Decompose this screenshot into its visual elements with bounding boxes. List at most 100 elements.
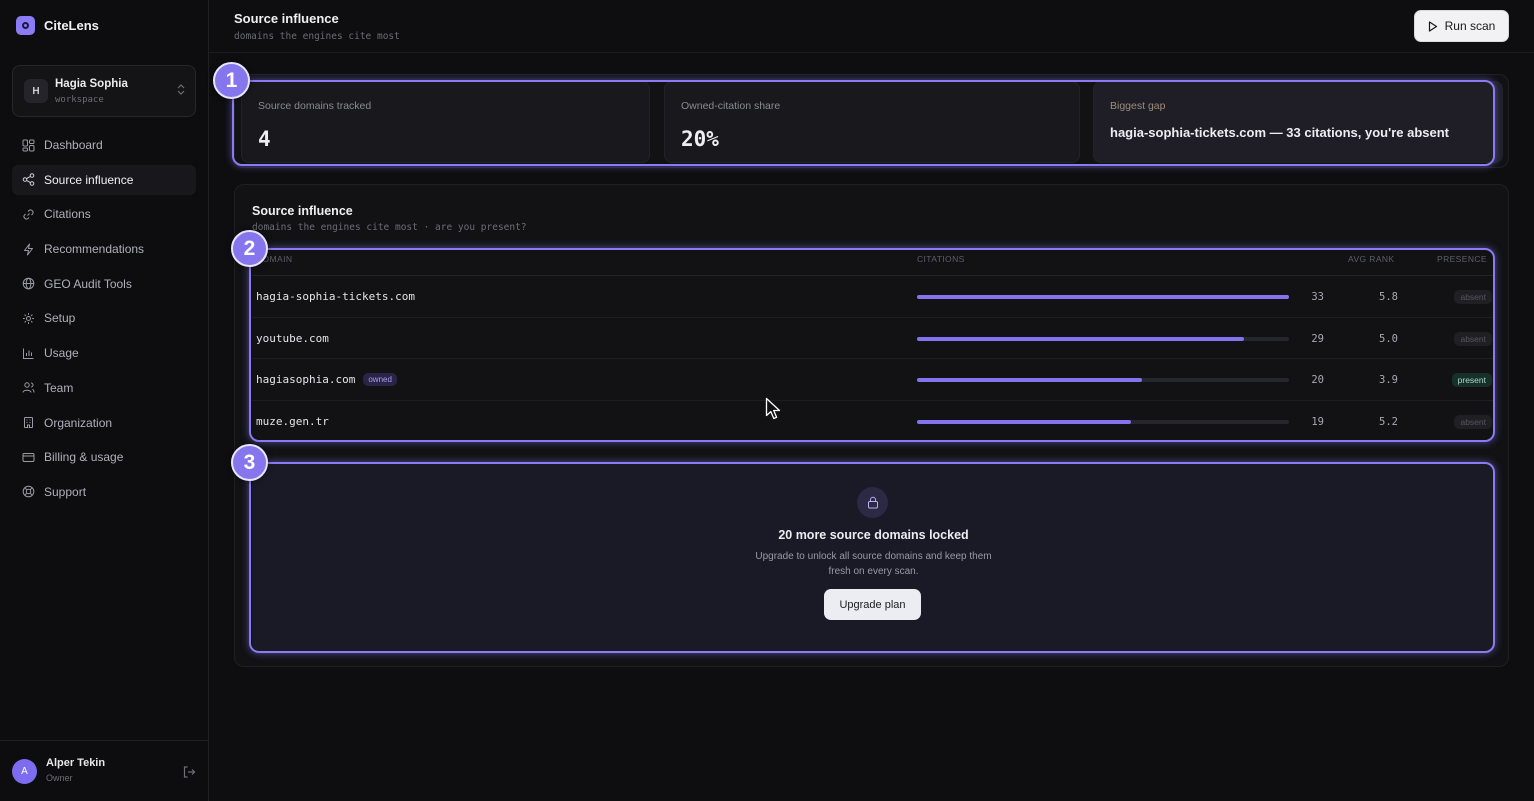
- sidebar-item-usage[interactable]: Usage: [12, 338, 196, 368]
- gear-icon: [22, 312, 35, 325]
- sidebar-item-team[interactable]: Team: [12, 373, 196, 403]
- owned-badge: owned: [363, 373, 397, 386]
- page-subtitle: domains the engines cite most: [234, 31, 400, 42]
- stat-value: hagia-sophia-tickets.com — 33 citations,…: [1110, 125, 1450, 140]
- globe-icon: [22, 277, 35, 290]
- citations-bar: [917, 419, 1289, 424]
- avg-rank: 3.9: [1379, 374, 1398, 386]
- presence-badge: present: [1451, 373, 1492, 387]
- page-header: Source influence domains the engines cit…: [209, 0, 1534, 53]
- avg-rank: 5.8: [1379, 291, 1398, 303]
- citations-count: 33: [1311, 291, 1324, 303]
- citations-bar-fill: [917, 419, 1131, 424]
- users-icon: [22, 381, 35, 394]
- upgrade-plan-button[interactable]: Upgrade plan: [824, 589, 921, 620]
- chevron-updown-icon: [177, 84, 185, 96]
- panel-title: Source influence: [252, 204, 353, 218]
- source-influence-panel: Source influence domains the engines cit…: [234, 184, 1509, 667]
- step-marker-1: 1: [213, 62, 250, 99]
- table-row[interactable]: muze.gen.tr 19 5.2 absent: [252, 401, 1495, 443]
- page-title: Source influence: [234, 11, 339, 26]
- sidebar-item-label: Team: [44, 380, 74, 395]
- panel-subtitle: domains the engines cite most · are you …: [252, 222, 527, 233]
- table-row[interactable]: hagia-sophia-tickets.com 33 5.8 absent: [252, 276, 1495, 318]
- domain-cell: hagiasophia.com owned: [256, 373, 397, 386]
- presence-badge: absent: [1454, 331, 1492, 346]
- dashboard-icon: [22, 139, 35, 152]
- sidebar-item-label: Billing & usage: [44, 450, 124, 465]
- sidebar-item-label: Organization: [44, 415, 113, 430]
- play-icon: [1428, 20, 1437, 32]
- link-icon: [22, 208, 35, 221]
- domain-cell: muze.gen.tr: [256, 415, 329, 428]
- sidebar-item-label: Recommendations: [44, 242, 145, 257]
- presence-badge: absent: [1454, 290, 1492, 304]
- avg-rank: 5.2: [1379, 415, 1398, 428]
- user-profile: A Alper Tekin Owner: [0, 740, 208, 801]
- citations-bar-fill: [917, 336, 1244, 341]
- column-header-presence[interactable]: PRESENCE: [1437, 254, 1487, 264]
- brand-name: CiteLens: [44, 18, 99, 33]
- sidebar-item-dashboard[interactable]: Dashboard: [12, 130, 196, 160]
- sidebar-item-label: Support: [44, 484, 87, 499]
- presence-badge: absent: [1454, 414, 1492, 429]
- table-row[interactable]: youtube.com 29 5.0 absent: [252, 318, 1495, 359]
- sidebar-item-label: Citations: [44, 207, 91, 222]
- sidebar-item-citations[interactable]: Citations: [12, 199, 196, 229]
- sidebar-item-label: Dashboard: [44, 138, 103, 152]
- share-icon: [22, 173, 35, 186]
- run-scan-button[interactable]: Run scan: [1414, 10, 1509, 42]
- mouse-cursor-icon: [765, 397, 781, 420]
- brand-logo-icon: [16, 16, 35, 35]
- column-header-avg-rank[interactable]: AVG RANK: [1348, 254, 1395, 264]
- stat-label: Owned-citation share: [681, 100, 781, 112]
- avg-rank: 5.0: [1379, 332, 1398, 345]
- table-row[interactable]: hagiasophia.com owned 20 3.9 present: [252, 359, 1495, 401]
- lock-icon: [857, 487, 888, 518]
- logout-icon[interactable]: [182, 765, 196, 779]
- sidebar-item-label: Setup: [44, 311, 76, 326]
- step-marker-2: 2: [231, 230, 268, 267]
- sidebar-item-label: GEO Audit Tools: [44, 276, 132, 291]
- sidebar-item-label: Usage: [44, 346, 79, 361]
- domain-name: hagiasophia.com: [256, 373, 356, 386]
- building-icon: [22, 416, 35, 429]
- sidebar-item-support[interactable]: Support: [12, 477, 196, 507]
- stat-label: Source domains tracked: [258, 100, 372, 112]
- stat-card-biggest-gap: Biggest gap hagia-sophia-tickets.com — 3…: [1093, 81, 1503, 163]
- workspace-switcher[interactable]: H Hagia Sophia workspace: [12, 65, 196, 117]
- sidebar-item-source-influence[interactable]: Source influence: [12, 164, 196, 195]
- domain-cell: hagia-sophia-tickets.com: [256, 290, 415, 303]
- sidebar-item-geo-audit-tools[interactable]: GEO Audit Tools: [12, 269, 196, 299]
- lightning-icon: [22, 243, 35, 256]
- stats-row: Source domains tracked 4 Owned-citation …: [234, 74, 1509, 168]
- user-role: Owner: [46, 773, 73, 783]
- sidebar-item-organization[interactable]: Organization: [12, 408, 196, 438]
- citations-bar: [917, 336, 1289, 341]
- domain-name: muze.gen.tr: [256, 414, 329, 428]
- sidebar-item-recommendations[interactable]: Recommendations: [12, 234, 196, 264]
- table-header: DOMAIN CITATIONS AVG RANK PRESENCE: [252, 250, 1495, 276]
- stat-card-tracked: Source domains tracked 4: [241, 81, 650, 163]
- workspace-label: workspace: [55, 95, 104, 105]
- credit-card-icon: [22, 451, 35, 464]
- sidebar-item-label: Source influence: [44, 172, 134, 187]
- workspace-avatar: H: [24, 79, 48, 103]
- brand[interactable]: CiteLens: [16, 16, 99, 35]
- sidebar-item-billing[interactable]: Billing & usage: [12, 442, 196, 472]
- citations-count: 19: [1311, 415, 1324, 428]
- column-header-citations[interactable]: CITATIONS: [917, 254, 965, 264]
- locked-title: 20 more source domains locked: [778, 528, 969, 542]
- citations-count: 20: [1311, 374, 1324, 386]
- citations-bar-fill: [917, 295, 1289, 299]
- bar-chart-icon: [22, 347, 35, 360]
- locked-domains-card: 20 more source domains locked Upgrade to…: [252, 464, 1495, 652]
- avatar[interactable]: A: [12, 759, 37, 784]
- sidebar-item-setup[interactable]: Setup: [12, 303, 196, 333]
- lifebuoy-icon: [22, 485, 35, 498]
- domain-name: youtube.com: [256, 331, 329, 345]
- domain-name: hagia-sophia-tickets.com: [256, 290, 415, 303]
- citations-bar-fill: [917, 378, 1142, 382]
- stat-value: 4: [258, 127, 271, 151]
- stat-card-owned-share: Owned-citation share 20%: [664, 81, 1080, 163]
